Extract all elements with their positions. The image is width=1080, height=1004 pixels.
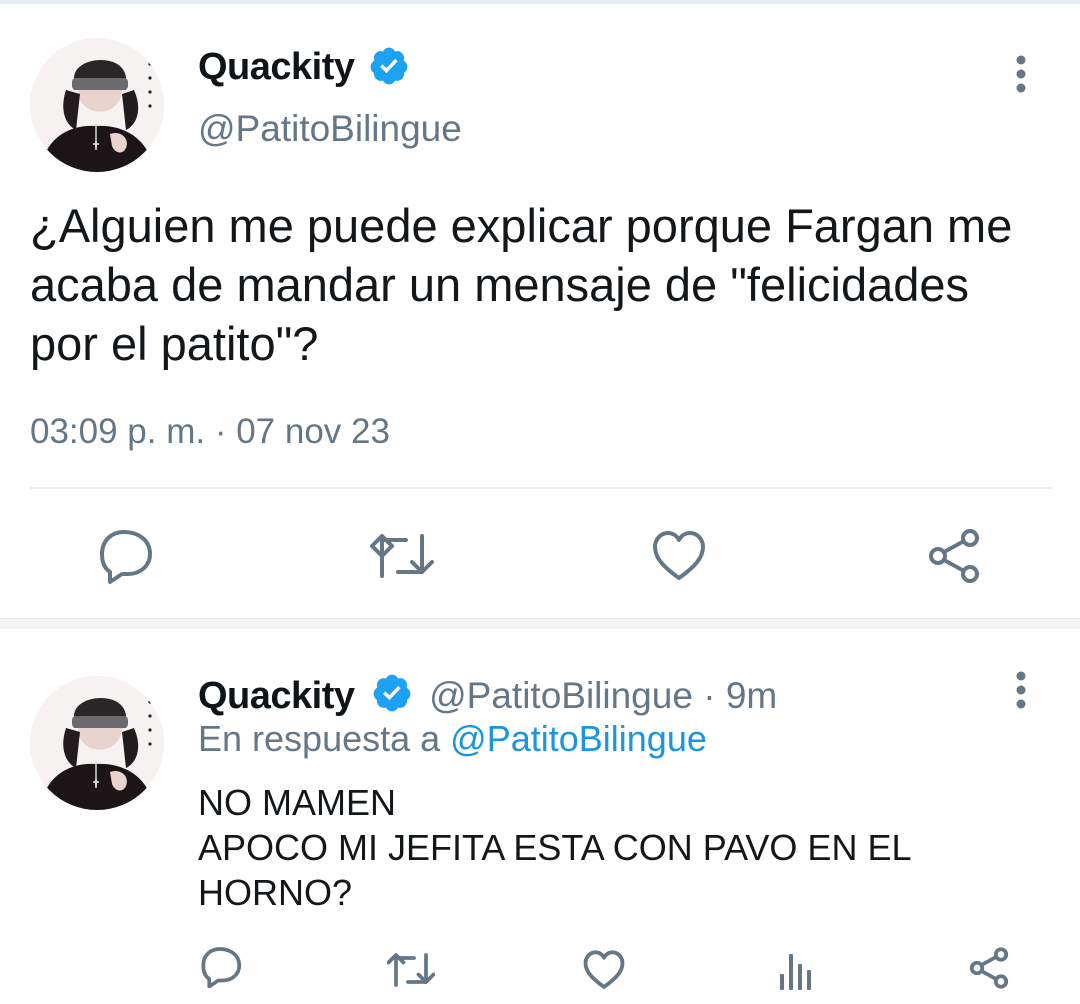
tweet-separator [0, 618, 1080, 629]
avatar[interactable] [30, 676, 164, 810]
share-icon[interactable] [968, 946, 1010, 990]
reply-icon[interactable] [98, 528, 156, 584]
analytics-icon[interactable] [778, 950, 814, 990]
tweet-text-line: acaba de mandar un mensaje de "felicidad… [30, 258, 970, 311]
more-vertical-icon[interactable] [1013, 54, 1029, 94]
retweet-icon[interactable] [387, 950, 435, 990]
avatar[interactable] [30, 38, 164, 172]
author-name[interactable]: Quackity [198, 675, 355, 717]
reply-header: Quackity @PatitoBilingue · 9m [198, 672, 777, 718]
verified-badge-icon [373, 674, 411, 712]
tweet-text: NO MAMEN APOCO MI JEFITA ESTA CON PAVO E… [198, 780, 1038, 915]
like-icon[interactable] [583, 950, 625, 990]
author-handle[interactable]: @PatitoBilingue [429, 675, 693, 716]
in-reply-to: En respuesta a @PatitoBilingue [198, 718, 707, 760]
more-vertical-icon[interactable] [1013, 670, 1029, 710]
in-reply-handle-link[interactable]: @PatitoBilingue [450, 718, 707, 759]
tweet-text-line: por el patito"? [30, 317, 319, 370]
in-reply-label: En respuesta a [198, 718, 441, 759]
tweet-text-line: NO MAMEN [198, 782, 396, 823]
author-name[interactable]: Quackity [198, 46, 355, 89]
tweet-timestamp[interactable]: 03:09 p. m. · 07 nov 23 [30, 412, 390, 452]
tweet-text-line: HORNO? [198, 872, 353, 913]
relative-time[interactable]: 9m [726, 675, 777, 716]
author-handle[interactable]: @PatitoBilingue [198, 108, 462, 150]
divider [30, 487, 1052, 489]
tweet-text-line: ¿Alguien me puede explicar porque Fargan… [30, 199, 1013, 252]
retweet-icon[interactable] [370, 530, 434, 582]
reply-icon[interactable] [200, 946, 244, 988]
like-icon[interactable] [652, 530, 706, 582]
top-divider [0, 0, 1080, 4]
header-separator: · [703, 675, 716, 716]
share-icon[interactable] [926, 528, 982, 584]
tweet-text-line: APOCO MI JEFITA ESTA CON PAVO EN EL [198, 827, 912, 868]
verified-badge-icon [370, 47, 408, 85]
tweet-text: ¿Alguien me puede explicar porque Fargan… [30, 196, 1070, 373]
